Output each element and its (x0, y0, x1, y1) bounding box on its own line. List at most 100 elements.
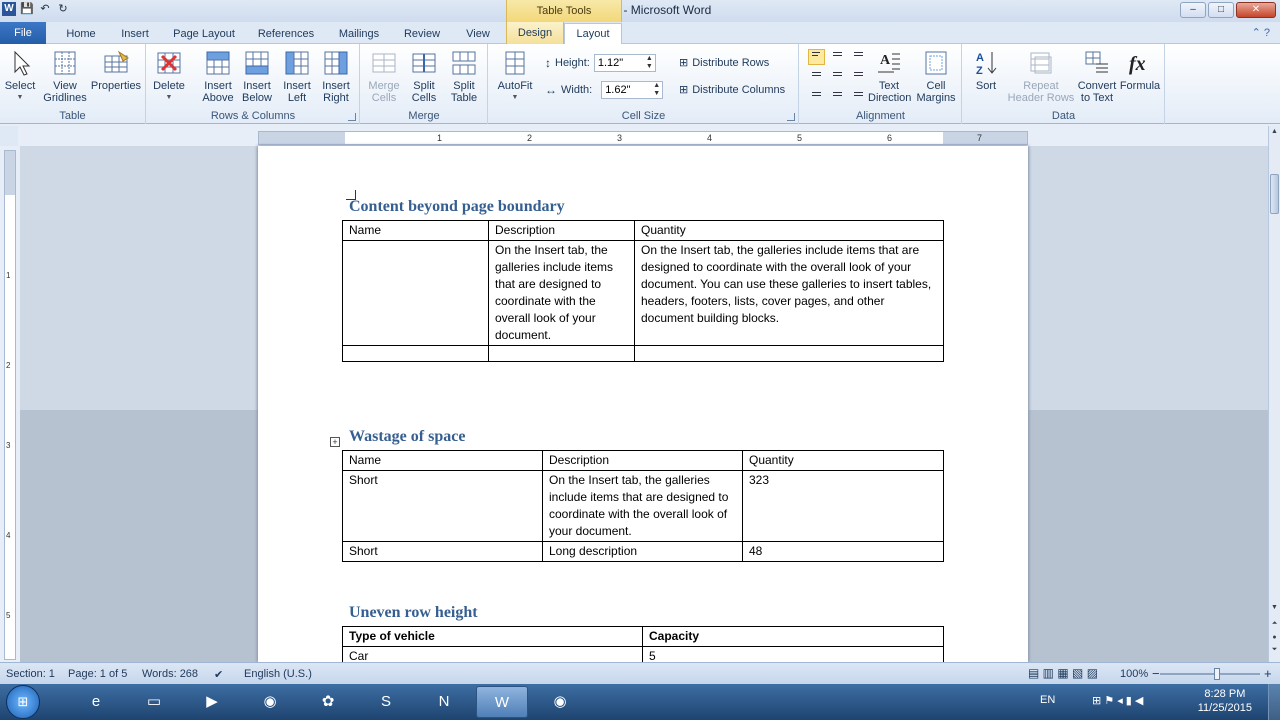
minimize-button[interactable]: – (1180, 2, 1206, 18)
table-cell[interactable] (342, 240, 489, 346)
heading-content-beyond[interactable]: Content beyond page boundary (349, 198, 565, 216)
split-table-button[interactable]: Split Table (445, 46, 483, 104)
tab-insert[interactable]: Insert (112, 25, 158, 44)
tab-page-layout[interactable]: Page Layout (168, 25, 240, 44)
spinner-arrows-icon[interactable]: ▲ ▼ (653, 82, 660, 98)
tab-view[interactable]: View (458, 25, 498, 44)
delete-button[interactable]: Delete ▼ (149, 46, 189, 104)
tray-icons[interactable]: ⊞ ⚑ ◂ ▮ ◀ (1092, 694, 1143, 707)
select-button[interactable]: Select ▼ (2, 46, 38, 104)
distribute-columns-button[interactable]: ⊞ Distribute Columns (679, 83, 785, 97)
section-indicator[interactable]: Section: 1 (6, 668, 55, 680)
scroll-up-icon[interactable]: ▲ (1270, 128, 1279, 135)
table-cell[interactable]: Quantity (742, 450, 944, 471)
align-center-left-button[interactable] (808, 69, 825, 85)
zoom-in-icon[interactable]: + (1264, 666, 1272, 681)
cell-size-launcher-icon[interactable] (787, 113, 795, 121)
sort-button[interactable]: AZ Sort (969, 46, 1003, 92)
table-cell[interactable]: Long description (542, 541, 743, 562)
table-cell[interactable]: Name (342, 220, 489, 241)
vertical-scrollbar[interactable]: ▲ ▼ ⏶ ● ⏷ (1268, 126, 1280, 662)
file-explorer-icon[interactable]: ▭ (128, 686, 180, 718)
table-uneven-row-height[interactable]: Type of vehicle Capacity Car 5 (342, 626, 944, 667)
tab-review[interactable]: Review (398, 25, 446, 44)
width-input[interactable]: 1.62" ▲ ▼ (601, 81, 664, 99)
table-cell[interactable]: Short (342, 541, 543, 562)
align-bottom-right-button[interactable] (850, 89, 867, 105)
zoom-level[interactable]: 100% (1120, 668, 1148, 680)
table-cell[interactable]: On the Insert tab, the galleries include… (542, 470, 743, 542)
table-cell[interactable]: On the Insert tab, the galleries include… (634, 240, 944, 346)
browse-object-icon[interactable]: ● (1270, 634, 1279, 641)
onenote-icon[interactable]: N (418, 686, 470, 718)
media-player-icon[interactable]: ▶ (186, 686, 238, 718)
align-bottom-left-button[interactable] (808, 89, 825, 105)
table-cell[interactable]: 323 (742, 470, 944, 542)
heading-uneven-row-height[interactable]: Uneven row height (349, 604, 478, 622)
formula-button[interactable]: fx Formula (1119, 46, 1161, 92)
chrome-icon[interactable]: ◉ (244, 686, 296, 718)
horizontal-ruler[interactable]: 1 2 3 4 5 6 7 (258, 131, 1028, 145)
show-desktop-button[interactable] (1268, 684, 1280, 720)
table-cell[interactable]: Type of vehicle (342, 626, 643, 647)
repeat-header-rows-button[interactable]: Repeat Header Rows (1005, 46, 1077, 104)
align-top-center-button[interactable] (829, 49, 846, 65)
page-indicator[interactable]: Page: 1 of 5 (68, 668, 127, 680)
table-cell[interactable]: On the Insert tab, the galleries include… (488, 240, 635, 346)
previous-page-icon[interactable]: ⏶ (1270, 620, 1279, 628)
insert-above-button[interactable]: Insert Above (199, 46, 237, 104)
scroll-down-icon[interactable]: ▼ (1270, 604, 1279, 611)
table-cell[interactable]: Description (488, 220, 635, 241)
table-cell[interactable] (342, 345, 489, 362)
zoom-out-icon[interactable]: − (1152, 666, 1160, 681)
table-cell[interactable]: Capacity (642, 626, 944, 647)
view-buttons[interactable]: ▤ ▥ ▦ ▧ ▨ (1028, 666, 1098, 680)
table-move-handle-icon[interactable]: + (330, 437, 340, 447)
table-cell[interactable]: Description (542, 450, 743, 471)
table-wastage-of-space[interactable]: Name Description Quantity Short On the I… (342, 450, 944, 562)
tab-layout[interactable]: Layout (564, 23, 622, 45)
insert-right-button[interactable]: Insert Right (317, 46, 355, 104)
skype-icon[interactable]: S (360, 686, 412, 718)
proofing-icon[interactable]: ✔ (214, 668, 223, 681)
word-taskbar-icon[interactable]: W (476, 686, 528, 718)
tab-home[interactable]: Home (58, 25, 104, 44)
zoom-slider[interactable] (1160, 673, 1260, 675)
chrome-icon[interactable]: ◉ (534, 686, 586, 718)
text-direction-button[interactable]: A Text Direction (868, 46, 911, 104)
align-center-button[interactable] (829, 69, 846, 85)
word-count[interactable]: Words: 268 (142, 668, 198, 680)
align-top-left-button[interactable] (808, 49, 825, 65)
height-input[interactable]: 1.12" ▲ ▼ (593, 54, 656, 72)
view-gridlines-button[interactable]: View Gridlines (42, 46, 88, 104)
internet-explorer-icon[interactable]: e (70, 686, 122, 718)
language-indicator[interactable]: English (U.S.) (244, 668, 312, 680)
align-top-right-button[interactable] (850, 49, 867, 65)
rows-columns-launcher-icon[interactable] (348, 113, 356, 121)
align-center-right-button[interactable] (850, 69, 867, 85)
split-cells-button[interactable]: Split Cells (405, 46, 443, 104)
tab-design[interactable]: Design (506, 22, 564, 44)
system-clock[interactable]: 8:28 PM 11/25/2015 (1198, 687, 1252, 715)
distribute-rows-button[interactable]: ⊞ Distribute Rows (679, 56, 769, 70)
table-content-beyond[interactable]: Name Description Quantity On the Insert … (342, 220, 944, 362)
tab-references[interactable]: References (252, 25, 320, 44)
table-cell[interactable]: Short (342, 470, 543, 542)
app-icon[interactable]: ✿ (302, 686, 354, 718)
ruler-tab-selector[interactable] (0, 126, 18, 146)
scrollbar-thumb[interactable] (1270, 174, 1279, 214)
vertical-ruler[interactable]: 1 2 3 4 5 (4, 150, 16, 660)
spinner-arrows-icon[interactable]: ▲ ▼ (646, 55, 653, 71)
insert-below-button[interactable]: Insert Below (238, 46, 276, 104)
table-cell[interactable]: Quantity (634, 220, 944, 241)
merge-cells-button[interactable]: Merge Cells (365, 46, 403, 104)
align-bottom-center-button[interactable] (829, 89, 846, 105)
cell-margins-button[interactable]: Cell Margins (914, 46, 958, 104)
maximize-button[interactable]: □ (1208, 2, 1234, 18)
table-cell[interactable]: 48 (742, 541, 944, 562)
autofit-button[interactable]: AutoFit ▼ (493, 46, 537, 104)
table-cell[interactable] (634, 345, 944, 362)
close-button[interactable]: ✕ (1236, 2, 1276, 18)
table-cell[interactable]: Name (342, 450, 543, 471)
table-cell[interactable] (488, 345, 635, 362)
